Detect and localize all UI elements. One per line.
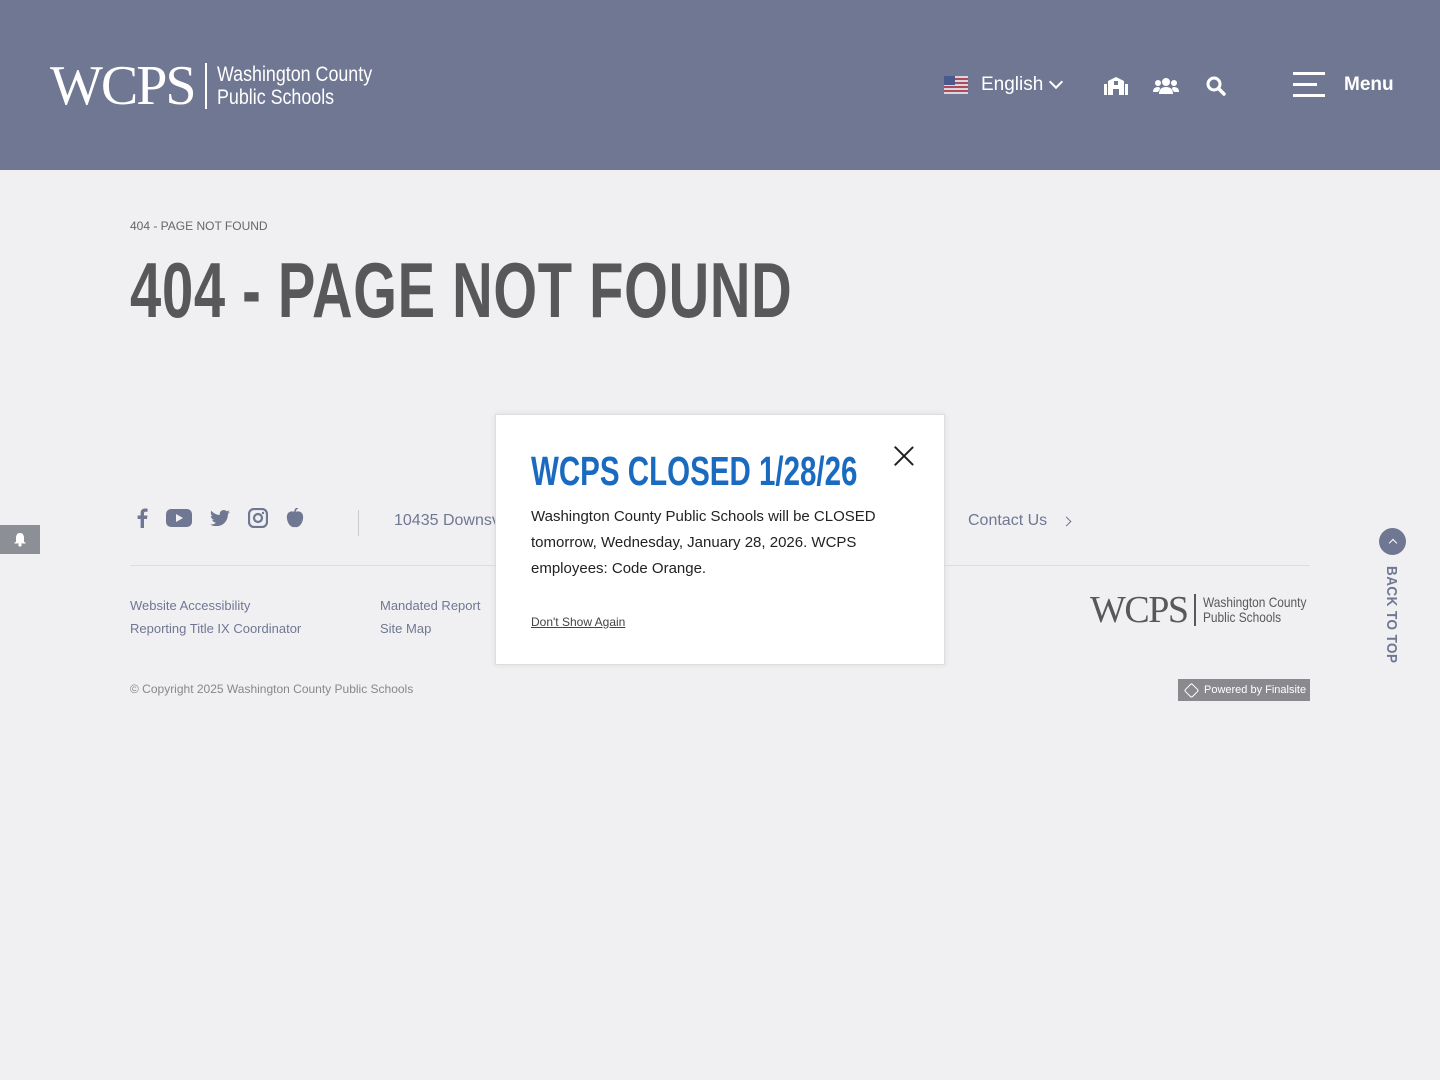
youtube-icon[interactable] <box>166 509 192 527</box>
footer-divider <box>358 510 359 536</box>
mandated-report-link[interactable]: Mandated Report <box>380 594 480 617</box>
language-label: English <box>981 74 1044 95</box>
chevron-right-icon <box>1061 516 1072 526</box>
bell-icon <box>14 533 26 547</box>
footer-logo-text: Washington County Public Schools <box>1203 595 1306 625</box>
menu-label: Menu <box>1344 74 1394 95</box>
page-title: 404 - PAGE NOT FOUND <box>130 246 793 334</box>
contact-us-label: Contact Us <box>968 512 1048 529</box>
website-accessibility-link[interactable]: Website Accessibility <box>130 594 301 617</box>
finalsite-icon <box>1183 682 1200 698</box>
chevron-down-icon <box>1049 74 1064 90</box>
footer-links-col-2: Mandated Report Site Map <box>380 594 480 640</box>
footer-links-col-1: Website Accessibility Reporting Title IX… <box>130 594 301 640</box>
peachjar-icon[interactable] <box>286 508 304 528</box>
footer-logo-line-1: Washington County <box>1202 594 1307 610</box>
powered-by-finalsite[interactable]: Powered by Finalsite <box>1178 679 1310 701</box>
schools-icon[interactable] <box>1102 72 1130 100</box>
breadcrumb: 404 - PAGE NOT FOUND <box>130 219 268 233</box>
site-header: WCPS Washington County Public Schools En… <box>0 0 1440 170</box>
site-map-link[interactable]: Site Map <box>380 617 480 640</box>
facebook-icon[interactable] <box>136 508 148 528</box>
copyright: © Copyright 2025 Washington County Publi… <box>130 682 414 696</box>
twitter-icon[interactable] <box>210 510 230 526</box>
us-flag-icon <box>944 76 968 94</box>
menu-button[interactable]: Menu <box>1293 72 1394 98</box>
hamburger-icon <box>1293 72 1325 98</box>
notifications-tab[interactable] <box>0 525 40 554</box>
logo-text: Washington County Public Schools <box>217 63 372 109</box>
logo-line-1: Washington County <box>216 63 372 86</box>
footer-logo[interactable]: WCPS Washington County Public Schools <box>1090 590 1325 630</box>
logo-divider <box>204 63 207 109</box>
logo-line-2: Public Schools <box>216 86 334 109</box>
logo-mark: WCPS <box>50 55 196 117</box>
footer-logo-divider <box>1194 594 1196 626</box>
back-to-top-button[interactable] <box>1379 528 1406 555</box>
address[interactable]: 10435 Downsv <box>394 512 500 530</box>
powered-label: Powered by Finalsite <box>1204 684 1307 696</box>
modal-title: WCPS CLOSED 1/28/26 <box>531 448 858 494</box>
modal-body: Washington County Public Schools will be… <box>531 508 876 577</box>
site-logo[interactable]: WCPS Washington County Public Schools <box>50 58 399 114</box>
back-to-top-label[interactable]: BACK TO TOP <box>1383 566 1400 663</box>
language-selector[interactable]: English <box>944 74 1064 96</box>
instagram-icon[interactable] <box>248 508 268 528</box>
title-ix-link[interactable]: Reporting Title IX Coordinator <box>130 617 301 640</box>
footer-logo-mark: WCPS <box>1090 589 1189 631</box>
dont-show-again-link[interactable]: Don't Show Again <box>531 615 625 629</box>
contact-us-link[interactable]: Contact Us <box>968 512 1072 530</box>
closure-alert-modal: WCPS CLOSED 1/28/26 Washington County Pu… <box>495 414 945 665</box>
users-icon[interactable] <box>1152 72 1180 100</box>
chevron-up-icon <box>1388 538 1397 548</box>
social-links <box>136 508 304 528</box>
close-icon[interactable] <box>894 446 914 466</box>
search-icon[interactable] <box>1202 72 1230 100</box>
footer-logo-line-2: Public Schools <box>1202 609 1282 625</box>
